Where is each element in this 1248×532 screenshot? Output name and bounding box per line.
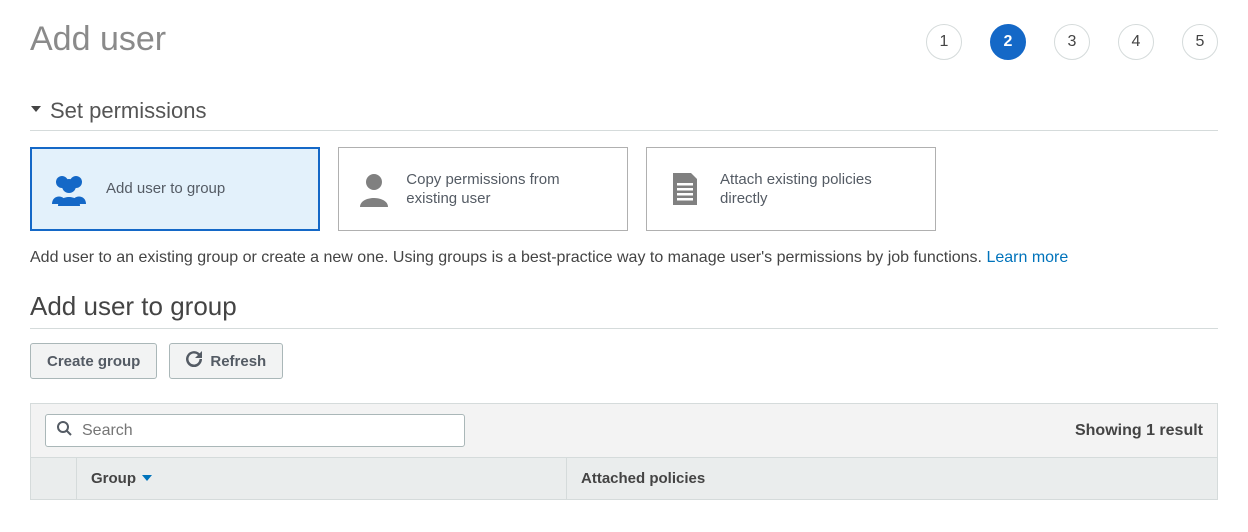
- wizard-step-5[interactable]: 5: [1182, 24, 1218, 60]
- wizard-step-2[interactable]: 2: [990, 24, 1026, 60]
- groups-table-panel: Showing 1 result Group Attached policies: [30, 403, 1218, 500]
- document-icon: [663, 171, 706, 207]
- permissions-description: Add user to an existing group or create …: [30, 249, 1218, 267]
- table-header-row: Group Attached policies: [31, 457, 1217, 499]
- refresh-icon: [186, 351, 202, 371]
- user-icon: [355, 171, 392, 207]
- column-header-attached-policies[interactable]: Attached policies: [567, 458, 1217, 499]
- column-label: Attached policies: [581, 470, 705, 487]
- search-box[interactable]: [45, 414, 465, 447]
- caret-down-icon: [30, 102, 42, 120]
- search-input[interactable]: [80, 421, 454, 441]
- permission-option-cards: Add user to group Copy permissions from …: [30, 147, 1218, 231]
- column-header-checkbox: [31, 458, 77, 499]
- wizard-steps: 1 2 3 4 5: [926, 20, 1218, 60]
- button-label: Refresh: [210, 353, 266, 370]
- option-label: Attach existing policies directly: [720, 170, 919, 209]
- set-permissions-heading: Set permissions: [50, 98, 207, 124]
- group-toolbar: Create group Refresh: [30, 343, 1218, 379]
- option-add-user-to-group[interactable]: Add user to group: [30, 147, 320, 231]
- sort-caret-down-icon: [142, 470, 152, 487]
- page-title: Add user: [30, 20, 166, 59]
- result-count: Showing 1 result: [1075, 422, 1203, 440]
- wizard-step-4[interactable]: 4: [1118, 24, 1154, 60]
- option-copy-permissions[interactable]: Copy permissions from existing user: [338, 147, 628, 231]
- option-label: Add user to group: [106, 179, 225, 199]
- button-label: Create group: [47, 353, 140, 370]
- option-label: Copy permissions from existing user: [406, 170, 611, 209]
- column-label: Group: [91, 470, 136, 487]
- learn-more-link[interactable]: Learn more: [986, 249, 1068, 266]
- wizard-step-1[interactable]: 1: [926, 24, 962, 60]
- refresh-button[interactable]: Refresh: [169, 343, 283, 379]
- wizard-step-3[interactable]: 3: [1054, 24, 1090, 60]
- search-icon: [56, 420, 80, 441]
- set-permissions-header[interactable]: Set permissions: [30, 98, 1218, 131]
- column-header-group[interactable]: Group: [77, 458, 567, 499]
- description-text: Add user to an existing group or create …: [30, 249, 986, 266]
- create-group-button[interactable]: Create group: [30, 343, 157, 379]
- option-attach-policies[interactable]: Attach existing policies directly: [646, 147, 936, 231]
- add-user-to-group-heading: Add user to group: [30, 291, 1218, 329]
- group-icon: [48, 172, 92, 206]
